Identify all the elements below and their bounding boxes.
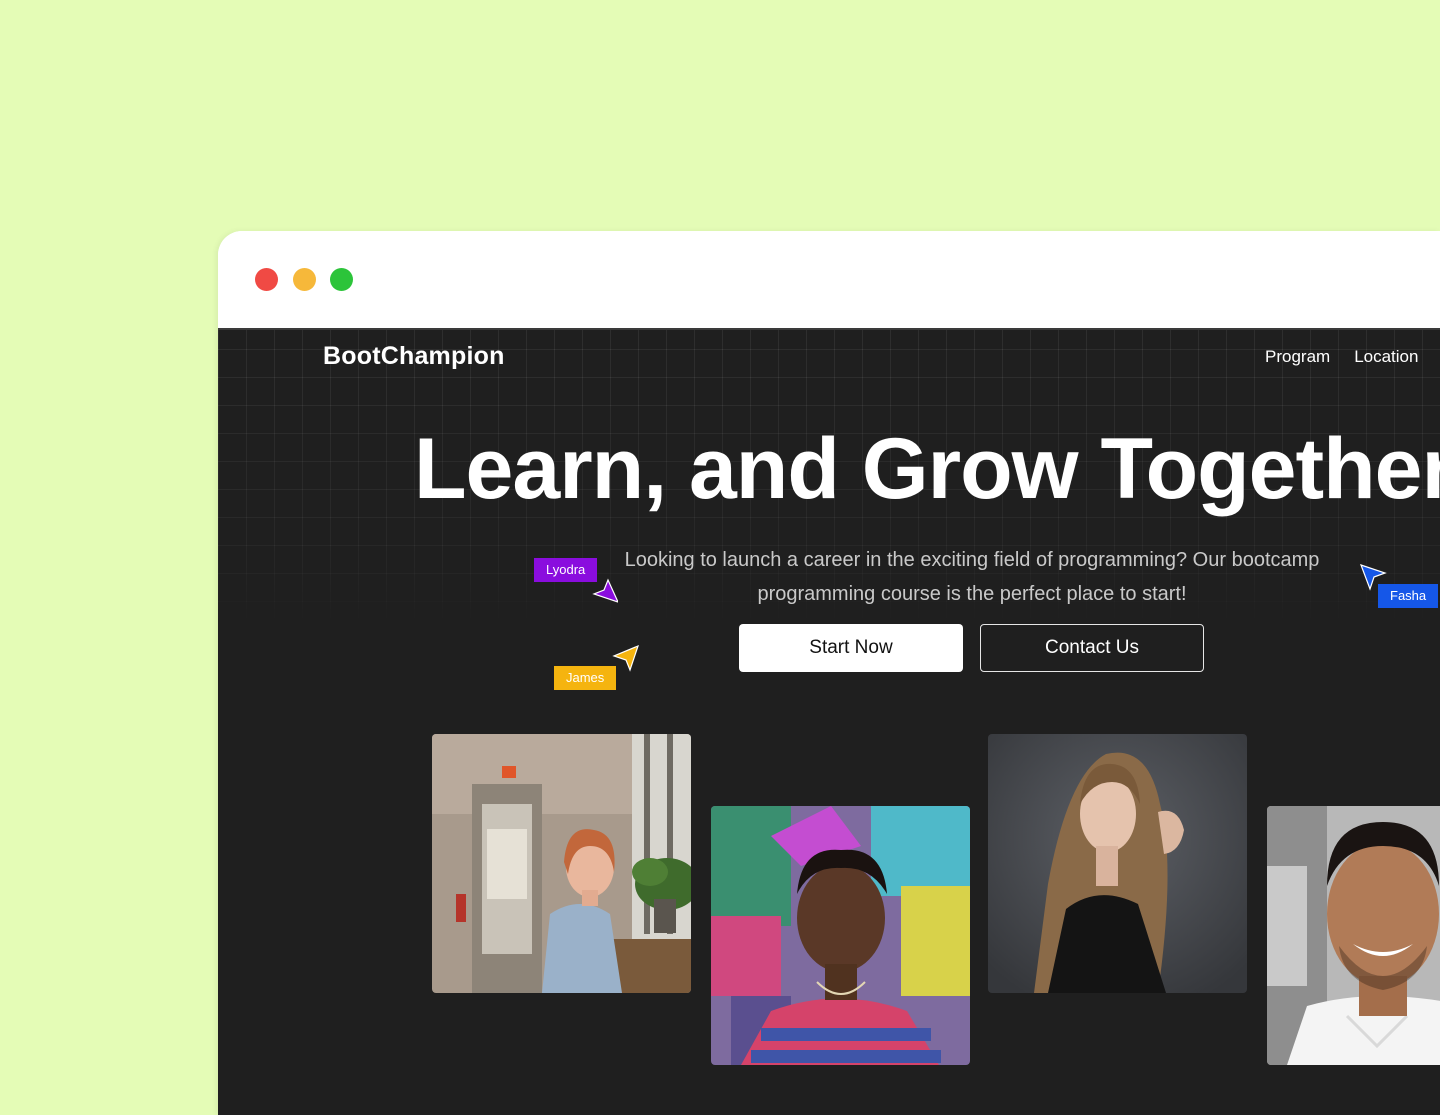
browser-window: BootChampion Program Location Learn, and…: [218, 231, 1440, 1115]
browser-titlebar: [218, 231, 1440, 328]
maximize-window-button[interactable]: [330, 268, 353, 291]
website-viewport: BootChampion Program Location Learn, and…: [218, 328, 1440, 1115]
student-photo: [711, 806, 970, 1065]
student-photo: [1267, 806, 1440, 1065]
cursor-label-lyodra: Lyodra: [534, 558, 598, 582]
start-now-button[interactable]: Start Now: [739, 624, 963, 672]
minimize-window-button[interactable]: [293, 268, 316, 291]
student-photo: [432, 734, 691, 993]
close-window-button[interactable]: [255, 268, 278, 291]
cursor-label-fasha: Fasha: [1378, 584, 1439, 608]
student-photo: [988, 734, 1247, 993]
nav-link-program[interactable]: Program: [1265, 347, 1330, 367]
top-nav: Program Location: [1265, 347, 1418, 367]
cursor-label-james: James: [554, 666, 617, 690]
brand-logo[interactable]: BootChampion: [323, 342, 505, 371]
hero-title: Learn, and Grow Together: [414, 421, 1440, 517]
hero-subtitle: Looking to launch a career in the exciti…: [624, 549, 1320, 605]
contact-us-button[interactable]: Contact Us: [980, 624, 1204, 672]
cursor-arrow-icon: [592, 578, 618, 603]
nav-link-location[interactable]: Location: [1354, 347, 1418, 367]
